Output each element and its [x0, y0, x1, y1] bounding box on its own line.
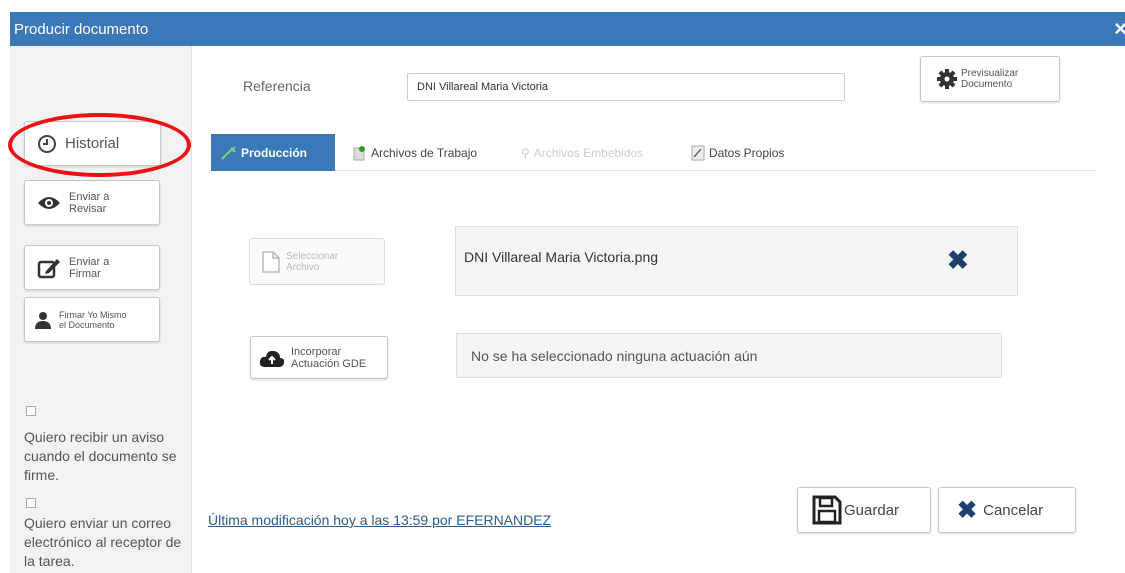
- tab-bar: Producción Archivos de Trabajo ⚲ Archivo…: [211, 134, 1097, 171]
- paperclip-icon: ⚲: [521, 145, 530, 160]
- remove-file-icon[interactable]: ✖: [947, 245, 969, 276]
- correo-checkbox-label: Quiero enviar un correo electrónico al r…: [24, 515, 182, 569]
- previsualizar-line1: Previsualizar: [961, 68, 1019, 79]
- cancelar-button[interactable]: ✖ Cancelar: [938, 487, 1076, 533]
- enviar-firmar-line1: Enviar a: [69, 255, 110, 268]
- tab-datos-propios[interactable]: Datos Propios: [691, 134, 784, 171]
- enviar-revisar-button[interactable]: Enviar a Revisar: [24, 180, 160, 225]
- incorporar-actuacion-button[interactable]: Incorporar Actuación GDE: [250, 336, 388, 379]
- incorporar-line1: Incorporar: [291, 345, 342, 358]
- aviso-checkbox[interactable]: [26, 406, 36, 416]
- cloud-upload-icon: [259, 350, 285, 367]
- aviso-checkbox-label: Quiero recibir un aviso cuando el docume…: [24, 429, 177, 483]
- paperclip-icon: [353, 145, 365, 160]
- tab-archivos-embebidos-label: Archivos Embebidos: [533, 145, 644, 160]
- incorporar-line2: Actuación GDE: [291, 357, 367, 370]
- tab-archivos-embebidos: ⚲ Archivos Embebidos: [521, 134, 643, 171]
- previsualizar-button[interactable]: Previsualizar Documento: [920, 56, 1060, 102]
- firmar-yo-mismo-button[interactable]: Firmar Yo Mismo el Documento: [24, 297, 160, 342]
- referencia-input[interactable]: [407, 73, 845, 101]
- close-icon: ✖: [957, 496, 978, 524]
- gear-icon: [937, 69, 957, 89]
- referencia-label: Referencia: [243, 78, 311, 94]
- guardar-button[interactable]: Guardar: [797, 487, 931, 533]
- enviar-firmar-line2: Firmar: [69, 267, 101, 280]
- dialog-titlebar: Producir documento ×: [10, 12, 1125, 46]
- tab-produccion-label: Producción: [241, 145, 308, 160]
- previsualizar-line2: Documento: [961, 79, 1013, 90]
- user-icon: [35, 311, 51, 329]
- tab-archivos-trabajo[interactable]: Archivos de Trabajo: [351, 134, 477, 171]
- seleccionar-archivo-button[interactable]: Seleccionar Archivo: [249, 238, 385, 285]
- seleccionar-line1: Seleccionar: [286, 250, 339, 262]
- last-modified-link[interactable]: Última modificación hoy a las 13:59 por …: [208, 512, 551, 528]
- seleccionar-line2: Archivo: [286, 261, 320, 273]
- firmar-yo-line2: el Documento: [59, 319, 115, 330]
- tab-datos-propios-label: Datos Propios: [709, 145, 785, 160]
- file-icon: [262, 250, 280, 273]
- tab-archivos-trabajo-label: Archivos de Trabajo: [371, 145, 478, 160]
- actuacion-status-text: No se ha seleccionado ninguna actuación …: [471, 348, 758, 364]
- correo-checkbox[interactable]: [26, 498, 36, 508]
- enviar-revisar-line2: Revisar: [69, 202, 107, 215]
- save-icon: [812, 495, 842, 525]
- firmar-yo-line1: Firmar Yo Mismo: [59, 309, 127, 320]
- selected-file-name: DNI Villareal Maria Victoria.png: [464, 249, 659, 265]
- historial-label: Historial: [65, 135, 120, 152]
- enviar-firmar-button[interactable]: Enviar a Firmar: [24, 245, 160, 290]
- wrench-icon: [221, 145, 236, 160]
- cancelar-label: Cancelar: [983, 501, 1044, 519]
- close-icon[interactable]: ×: [1114, 16, 1125, 42]
- document-icon: [691, 145, 705, 160]
- tab-produccion[interactable]: Producción: [211, 134, 335, 171]
- eye-icon: [38, 196, 60, 209]
- guardar-label: Guardar: [844, 501, 900, 519]
- edit-icon: [37, 258, 60, 278]
- dialog-title: Producir documento: [14, 21, 149, 38]
- actuacion-status-box: No se ha seleccionado ninguna actuación …: [456, 333, 1002, 378]
- selected-file-box: DNI Villareal Maria Victoria.png ✖: [455, 226, 1018, 296]
- clock-icon: [38, 134, 56, 153]
- enviar-revisar-line1: Enviar a: [69, 190, 110, 203]
- historial-button[interactable]: Historial: [24, 121, 161, 166]
